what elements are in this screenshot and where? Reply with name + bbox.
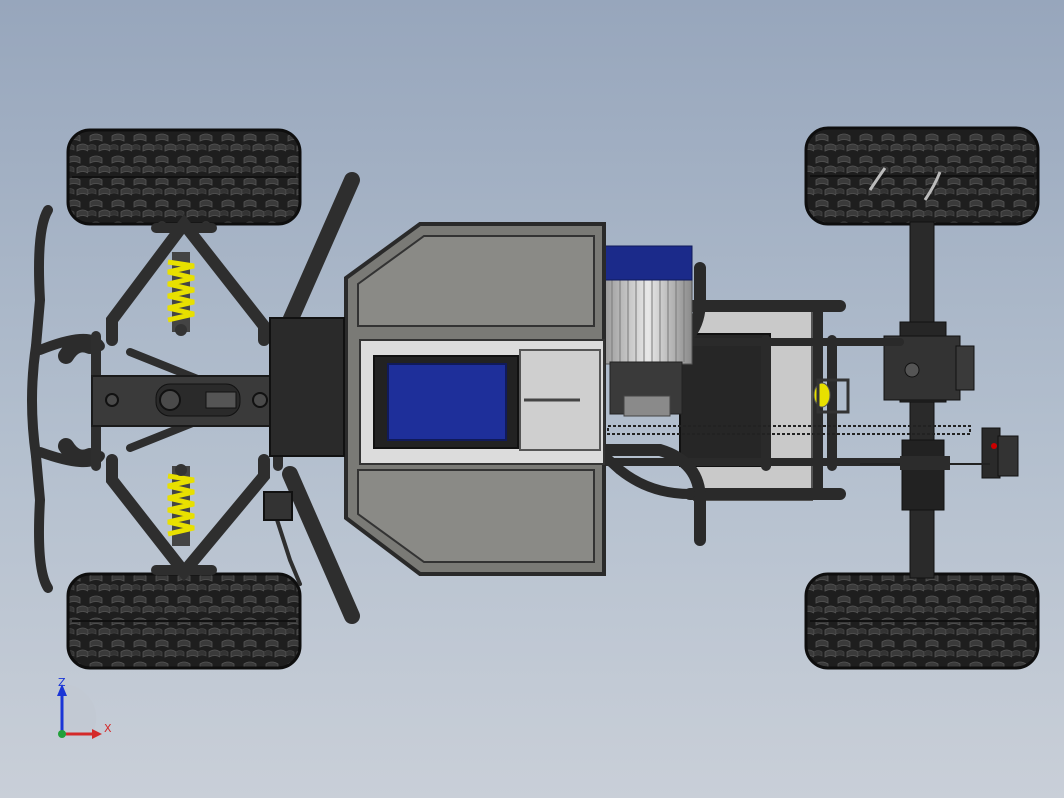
- front-bumper[interactable]: [27, 205, 105, 593]
- triad-plane: [62, 683, 97, 730]
- rear-left-tire[interactable]: [804, 126, 1040, 226]
- rear-axle[interactable]: [883, 221, 975, 579]
- z-axis-label: Z: [58, 676, 66, 689]
- steering-bracket[interactable]: [91, 375, 279, 427]
- orientation-triad[interactable]: Z X: [48, 672, 128, 752]
- x-axis-label: X: [104, 722, 112, 735]
- x-axis-arrowhead: [92, 729, 102, 739]
- cad-viewport[interactable]: Z X: [0, 0, 1064, 798]
- brake-caliper[interactable]: [981, 427, 1019, 479]
- front-left-shock[interactable]: [167, 252, 195, 336]
- y-axis-dot: [58, 730, 66, 738]
- front-right-shock[interactable]: [167, 464, 195, 546]
- front-right-tire[interactable]: [66, 572, 302, 670]
- electric-motor[interactable]: [603, 245, 693, 417]
- front-left-tire[interactable]: [66, 128, 302, 226]
- steering-column[interactable]: [263, 172, 360, 624]
- battery[interactable]: [373, 355, 519, 449]
- rear-right-tire[interactable]: [804, 572, 1040, 670]
- go-kart-model[interactable]: [0, 0, 1064, 798]
